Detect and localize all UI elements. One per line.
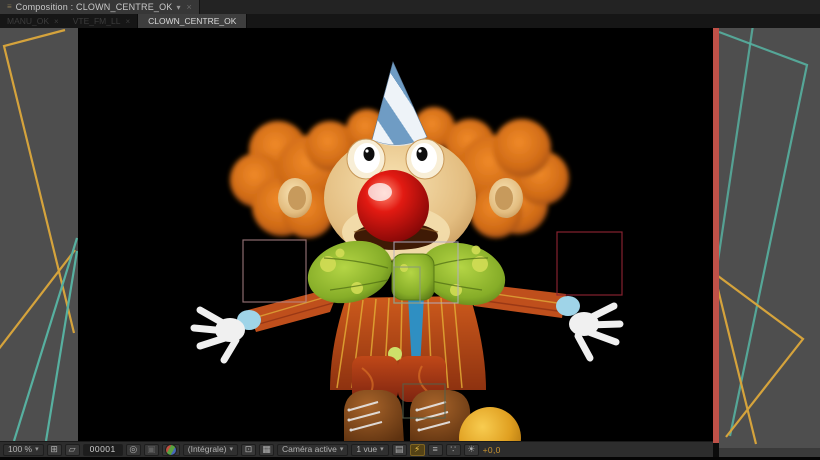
clown-nose: [357, 170, 429, 242]
fast-previews-icon: ⚡: [414, 445, 420, 454]
panel-header-bar: ≡ Composition : CLOWN_CENTRE_OK ▾ ×: [0, 0, 820, 14]
last-snapshot-button[interactable]: ▣: [144, 444, 159, 456]
magnification-dropdown[interactable]: 100 % ▾: [3, 444, 44, 456]
flowchart-icon: ∵: [450, 445, 456, 454]
right-hand-mask-outline[interactable]: [557, 232, 622, 295]
clown-artwork: [78, 28, 713, 443]
exposure-value[interactable]: +0,0: [483, 445, 501, 455]
panel-title: Composition : CLOWN_CENTRE_OK: [16, 2, 173, 12]
left-hand-mask-outline[interactable]: [243, 240, 306, 302]
grid-options-button[interactable]: ⊞: [47, 444, 62, 456]
camera-view-dropdown[interactable]: Caméra active ▾: [277, 444, 348, 456]
snapshot-icon: ◎: [129, 445, 137, 454]
tab-label: VTE_FM_LL: [73, 16, 121, 26]
tab-manu-ok[interactable]: MANU_OK ×: [0, 14, 66, 28]
clown-party-hat: [372, 62, 427, 146]
mask-visibility-button[interactable]: ▱: [65, 444, 80, 456]
chevron-down-icon: ▾: [230, 446, 234, 453]
chevron-down-icon[interactable]: ▾: [177, 3, 181, 12]
mask-visibility-icon: ▱: [69, 445, 76, 454]
tab-clown-centre-ok[interactable]: CLOWN_CENTRE_OK: [137, 14, 247, 28]
left-decor-lines: [0, 28, 78, 441]
timecode-field[interactable]: 00001: [83, 444, 123, 456]
viewer-toolbar: 100 % ▾ ⊞ ▱ 00001 ◎ ▣ (Intégrale) ▾ ⊡ ▦: [0, 441, 713, 457]
region-of-interest-button[interactable]: ⊡: [241, 444, 256, 456]
show-channel-button[interactable]: [162, 444, 180, 456]
view-layout-dropdown[interactable]: 1 vue ▾: [351, 444, 388, 456]
transparency-grid-icon: ▦: [262, 445, 271, 454]
right-decor-lines: [719, 28, 820, 448]
last-snapshot-icon: ▣: [147, 445, 156, 454]
chevron-down-icon: ▾: [35, 446, 39, 453]
transparency-grid-button[interactable]: ▦: [259, 444, 274, 456]
panel-menu-icon[interactable]: ≡: [7, 3, 12, 11]
pixel-aspect-button[interactable]: ▤: [392, 444, 407, 456]
channels-icon: [165, 444, 177, 456]
magnification-value: 100 %: [8, 445, 32, 454]
right-footer-strip: [719, 448, 820, 457]
resolution-value: (Intégrale): [188, 445, 227, 454]
close-icon[interactable]: ×: [54, 17, 59, 26]
grid-options-icon: ⊞: [50, 445, 58, 454]
left-decor-panel: [0, 28, 78, 441]
app-window: ≡ Composition : CLOWN_CENTRE_OK ▾ × MANU…: [0, 0, 820, 460]
resolution-dropdown[interactable]: (Intégrale) ▾: [183, 444, 238, 456]
tab-label: MANU_OK: [7, 16, 49, 26]
flowchart-button[interactable]: ∵: [446, 444, 461, 456]
tab-vte-fm-ll[interactable]: VTE_FM_LL ×: [66, 14, 137, 28]
composition-panel-tab[interactable]: ≡ Composition : CLOWN_CENTRE_OK ▾ ×: [0, 0, 200, 14]
region-of-interest-icon: ⊡: [245, 445, 253, 454]
close-icon[interactable]: ×: [125, 17, 130, 26]
snapshot-button[interactable]: ◎: [126, 444, 141, 456]
timeline-icon: ≡: [433, 445, 438, 454]
tab-label: CLOWN_CENTRE_OK: [148, 16, 236, 26]
view-layout-value: 1 vue: [356, 445, 377, 454]
chevron-down-icon: ▾: [340, 446, 344, 453]
pixel-aspect-icon: ▤: [395, 445, 404, 454]
reset-exposure-button[interactable]: ☀: [464, 444, 479, 456]
chevron-down-icon: ▾: [380, 446, 384, 453]
exposure-icon: ☀: [467, 445, 475, 454]
composition-viewport[interactable]: [78, 28, 713, 443]
timeline-button[interactable]: ≡: [428, 444, 443, 456]
close-icon[interactable]: ×: [187, 2, 192, 12]
camera-view-value: Caméra active: [282, 445, 337, 454]
fast-previews-button[interactable]: ⚡: [410, 444, 425, 456]
right-decor-panel: [719, 28, 820, 448]
timecode-value: 00001: [90, 445, 116, 454]
composition-tabrow: MANU_OK × VTE_FM_LL × CLOWN_CENTRE_OK: [0, 14, 820, 28]
